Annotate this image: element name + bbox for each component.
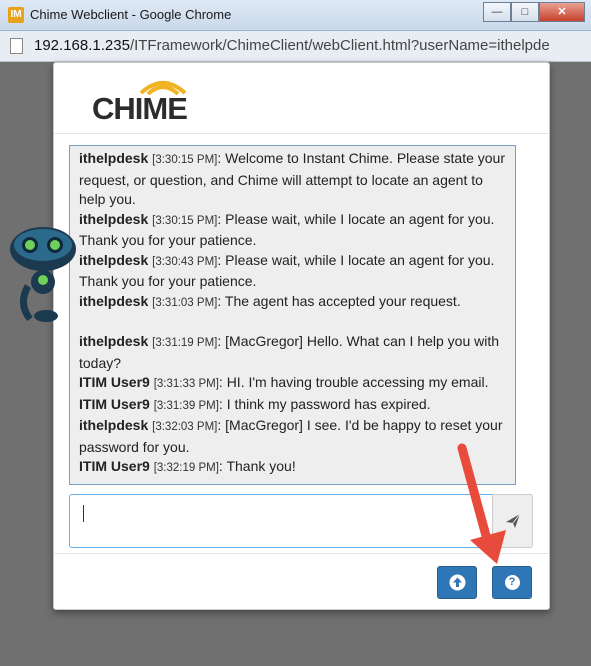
chime-app-icon: IM bbox=[8, 7, 24, 23]
url-host: 192.168.1.235 bbox=[34, 37, 130, 54]
message-timestamp: [3:31:19 PM] bbox=[152, 337, 218, 349]
logo-text: CHIME bbox=[92, 91, 188, 126]
chat-log: ithelpdesk [3:30:15 PM]: Welcome to Inst… bbox=[69, 145, 516, 485]
message-timestamp: [3:30:15 PM] bbox=[152, 214, 218, 227]
page-icon bbox=[10, 38, 23, 54]
message-sender: ITIM User9 bbox=[79, 374, 150, 390]
robot-mascot bbox=[10, 227, 76, 322]
message-text: : The agent has accepted your request. bbox=[217, 292, 461, 309]
message-sender: ithelpdesk bbox=[79, 333, 149, 349]
minimize-button[interactable]: — bbox=[483, 2, 511, 22]
url-path: /ITFramework/ChimeClient/webClient.html?… bbox=[129, 37, 550, 54]
chat-message: ithelpdesk [3:31:19 PM]: [MacGregor] Hel… bbox=[79, 332, 506, 373]
dialog-header: CHIME bbox=[54, 63, 549, 134]
message-sender: ithelpdesk bbox=[79, 417, 149, 433]
red-annotation-arrow bbox=[457, 443, 506, 564]
message-timestamp: [3:30:43 PM] bbox=[152, 255, 218, 268]
message-sender: ITIM User9 bbox=[79, 395, 150, 412]
chat-message: ithelpdesk [3:31:03 PM]: The agent has a… bbox=[79, 292, 506, 314]
address-bar[interactable]: 192.168.1.235/ITFramework/ChimeClient/we… bbox=[0, 31, 591, 62]
window-title: Chime Webclient - Google Chrome bbox=[30, 7, 232, 22]
chat-message: ithelpdesk [3:30:43 PM]: Please wait, wh… bbox=[79, 251, 506, 292]
message-sender: ITIM User9 bbox=[79, 458, 150, 474]
maximize-button[interactable]: □ bbox=[511, 2, 539, 22]
message-timestamp: [3:32:03 PM] bbox=[152, 421, 218, 433]
message-sender: ithelpdesk bbox=[79, 292, 149, 309]
window-controls: — □ ✕ bbox=[483, 2, 585, 22]
chat-message: ithelpdesk [3:30:15 PM]: Welcome to Inst… bbox=[79, 149, 506, 210]
url-text[interactable]: 192.168.1.235/ITFramework/ChimeClient/we… bbox=[34, 37, 550, 54]
chat-message: ITIM User9 [3:31:33 PM]: HI. I'm having … bbox=[79, 373, 506, 395]
message-sender: ithelpdesk bbox=[79, 251, 149, 268]
message-sender: ithelpdesk bbox=[79, 150, 149, 166]
message-timestamp: [3:31:03 PM] bbox=[152, 296, 218, 309]
message-timestamp: [3:32:19 PM] bbox=[153, 462, 219, 474]
message-text: : HI. I'm having trouble accessing my em… bbox=[218, 374, 489, 390]
message-timestamp: [3:30:15 PM] bbox=[152, 154, 218, 166]
text-caret bbox=[83, 505, 84, 522]
window-titlebar: IM Chime Webclient - Google Chrome — □ ✕ bbox=[0, 0, 591, 31]
chat-message: ITIM User9 [3:31:39 PM]: I think my pass… bbox=[79, 395, 506, 417]
message-text: : I think my password has expired. bbox=[218, 395, 431, 412]
chat-message: ithelpdesk [3:30:15 PM]: Please wait, wh… bbox=[79, 210, 506, 251]
message-timestamp: [3:31:33 PM] bbox=[153, 378, 219, 390]
chime-logo: CHIME bbox=[92, 77, 188, 126]
message-text: : Thank you! bbox=[218, 458, 296, 474]
message-input[interactable] bbox=[69, 494, 493, 548]
message-timestamp: [3:31:39 PM] bbox=[153, 399, 219, 412]
close-window-button[interactable]: ✕ bbox=[539, 2, 585, 22]
message-sender: ithelpdesk bbox=[79, 210, 149, 227]
